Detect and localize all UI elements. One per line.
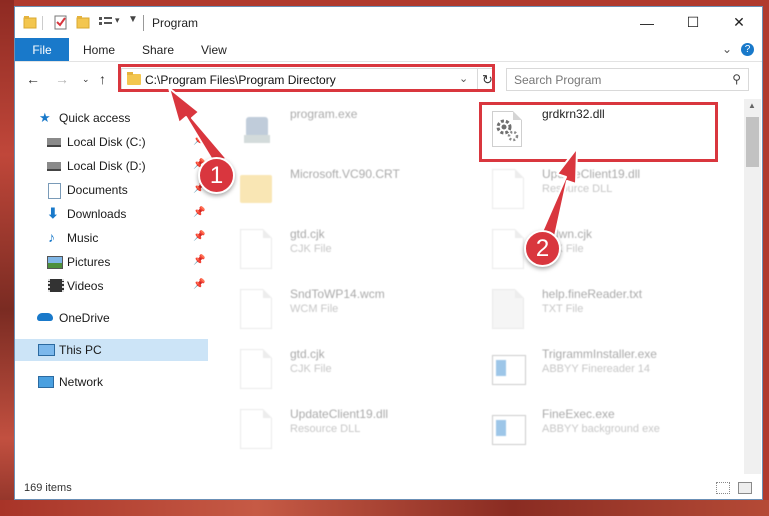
- arrow-2-icon: [541, 147, 578, 237]
- step-2-badge: 2: [524, 230, 561, 267]
- arrow-1-icon: [168, 87, 227, 169]
- annotation-arrows: [168, 87, 578, 237]
- step-1-badge: 1: [198, 157, 235, 194]
